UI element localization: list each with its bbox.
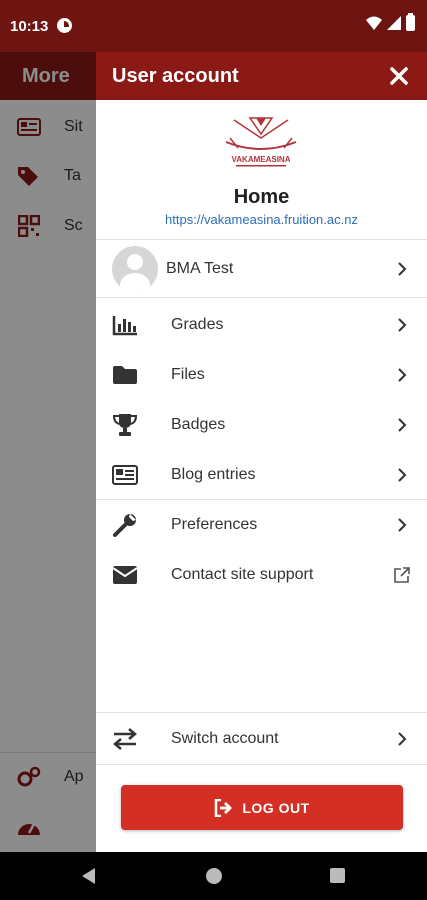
battery-icon <box>406 13 415 31</box>
status-time: 10:13 <box>10 18 49 35</box>
menu-item-preferences[interactable]: Preferences <box>96 500 427 550</box>
system-navigation-bar <box>0 852 427 900</box>
menu-item-blog-entries[interactable]: Blog entries <box>96 450 427 500</box>
home-icon[interactable] <box>206 868 222 884</box>
avatar <box>112 246 158 292</box>
recent-apps-icon[interactable] <box>330 868 345 883</box>
drawer-header: User account <box>96 52 427 100</box>
status-bar: 10:13 <box>0 0 427 52</box>
chevron-right-icon <box>398 518 407 532</box>
chevron-right-icon <box>398 468 407 482</box>
menu-item-label: Preferences <box>171 516 258 533</box>
chevron-right-icon <box>398 261 407 276</box>
newspaper-icon <box>112 463 138 487</box>
close-button[interactable] <box>385 62 413 90</box>
logo-text: VAKAMEASINA <box>232 155 291 164</box>
envelope-icon <box>112 563 138 587</box>
chevron-right-icon <box>398 418 407 432</box>
menu-item-label: Badges <box>171 416 226 433</box>
chevron-right-icon <box>398 732 407 746</box>
menu-item-label: Contact site support <box>171 566 314 583</box>
menu-item-label: Grades <box>171 316 224 333</box>
menu-item-badges[interactable]: Badges <box>96 400 427 450</box>
switch-account-row[interactable]: Switch account <box>96 714 427 764</box>
divider <box>96 712 427 713</box>
menu-item-contact-support[interactable]: Contact site support <box>96 550 427 600</box>
system-icons <box>366 13 415 31</box>
notification-icon <box>57 18 72 33</box>
chevron-right-icon <box>398 368 407 382</box>
user-profile-row[interactable]: BMA Test <box>96 240 427 298</box>
switch-account-label: Switch account <box>171 730 279 747</box>
site-info: VAKAMEASINA Home https://vakameasina.fru… <box>96 100 427 240</box>
swap-icon <box>112 727 138 751</box>
back-icon[interactable] <box>82 868 95 884</box>
wifi-icon <box>366 16 382 30</box>
external-link-icon <box>394 567 410 583</box>
menu-item-files[interactable]: Files <box>96 350 427 400</box>
folder-icon <box>112 363 138 387</box>
trophy-icon <box>112 413 138 437</box>
signal-icon <box>387 16 401 30</box>
site-url[interactable]: https://vakameasina.fruition.ac.nz <box>96 212 427 227</box>
wrench-icon <box>112 513 138 537</box>
site-name: Home <box>233 186 290 208</box>
logout-button[interactable]: LOG OUT <box>121 785 403 830</box>
logout-label: LOG OUT <box>242 799 310 816</box>
chevron-right-icon <box>398 318 407 332</box>
user-account-drawer: User account VAKAMEASINA Home https://va… <box>96 52 427 852</box>
drawer-title: User account <box>112 65 239 87</box>
menu-item-label: Blog entries <box>171 466 256 483</box>
drawer-scrim[interactable] <box>0 52 96 852</box>
sign-out-icon <box>215 798 233 817</box>
user-name: BMA Test <box>166 259 234 277</box>
menu-item-label: Files <box>171 366 205 383</box>
site-logo: VAKAMEASINA <box>220 112 302 170</box>
close-icon <box>390 67 408 85</box>
logout-area: LOG OUT <box>96 764 427 852</box>
chart-bar-icon <box>112 313 138 337</box>
menu-item-grades[interactable]: Grades <box>96 300 427 350</box>
